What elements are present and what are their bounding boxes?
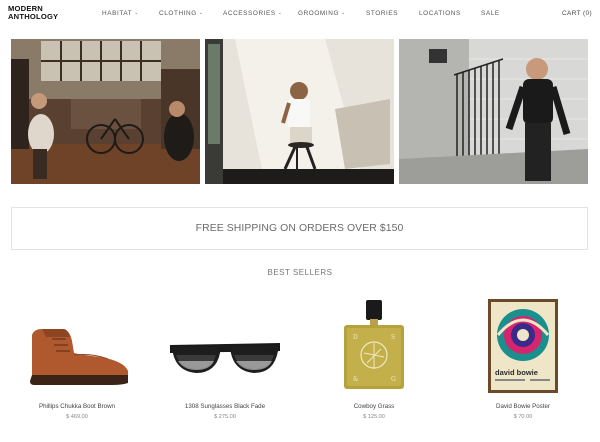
site-header: MODERN ANTHOLOGY HABITAT ⌄ CLOTHING ⌄ ACCE… [0,0,600,30]
chevron-down-icon: ⌄ [198,10,204,16]
free-shipping-banner: FREE SHIPPING ON ORDERS OVER $150 [11,207,588,250]
svg-text:&: & [353,376,359,383]
product-card[interactable]: 1308 Sunglasses Black Fade $ 275.00 [160,295,290,442]
product-name[interactable]: Phillips Chukka Boot Brown [12,403,142,410]
product-price: $ 125.00 [363,414,385,420]
chevron-down-icon: ⌄ [134,10,140,16]
fragrance-bottle-icon: D S & G [344,300,404,389]
svg-text:G: G [391,376,396,383]
nav-item-habitat[interactable]: HABITAT ⌄ [102,10,139,17]
product-image[interactable]: david bowie [458,295,588,395]
man-on-street-photo-icon [399,39,588,184]
workshop-photo-icon [11,39,200,184]
product-card[interactable]: D S & G Cowboy Grass $ 125.00 [309,295,439,442]
sunglasses-icon [170,343,280,373]
cart-link[interactable]: CART (0) [562,10,592,17]
svg-text:S: S [391,334,395,341]
hero-photo-street[interactable] [399,39,588,184]
product-name[interactable]: David Bowie Poster [458,403,588,410]
product-price: $ 70.00 [513,414,533,420]
product-card[interactable]: Phillips Chukka Boot Brown $ 469.00 [12,295,142,442]
nav-item-clothing[interactable]: CLOTHING ⌄ [159,10,204,17]
nav-item-sale[interactable]: SALE [481,10,500,17]
hero-photo-workshop[interactable] [11,39,200,184]
nav-label: HABITAT [102,10,133,17]
main-nav: HABITAT ⌄ CLOTHING ⌄ ACCESSORIES ⌄ GROOMING… [0,10,600,20]
nav-label: ACCESSORIES [223,10,276,17]
chevron-down-icon: ⌄ [277,10,283,16]
nav-label: LOCATIONS [419,10,461,17]
nav-label: SALE [481,10,500,17]
nav-item-grooming[interactable]: GROOMING ⌄ [298,10,346,17]
best-sellers-grid: Phillips Chukka Boot Brown $ 469.00 1308… [0,295,600,442]
poster-icon: david bowie [488,299,558,393]
nav-label: STORIES [366,10,399,17]
chevron-down-icon: ⌄ [341,10,346,16]
product-price: $ 275.00 [214,414,236,420]
nav-label: GROOMING [298,10,340,17]
nav-item-locations[interactable]: LOCATIONS [419,10,461,17]
product-name[interactable]: 1308 Sunglasses Black Fade [160,403,290,410]
product-image[interactable]: D S & G [309,295,439,395]
poster-text: david bowie [495,368,538,377]
product-image[interactable] [12,295,142,395]
hero-photo-stool[interactable] [205,39,394,184]
product-price: $ 469.00 [66,414,88,420]
free-shipping-text: FREE SHIPPING ON ORDERS OVER $150 [195,223,404,234]
svg-text:D: D [353,334,358,341]
product-name[interactable]: Cowboy Grass [309,403,439,410]
nav-label: CLOTHING [159,10,197,17]
product-card[interactable]: david bowie David Bowie Poster $ 70.00 [458,295,588,442]
chukka-boot-icon [30,329,128,385]
nav-item-accessories[interactable]: ACCESSORIES ⌄ [223,10,283,17]
best-sellers-title: BEST SELLERS [267,268,333,277]
man-on-stool-photo-icon [205,39,394,184]
nav-item-stories[interactable]: STORIES [366,10,398,17]
product-image[interactable] [160,295,290,395]
